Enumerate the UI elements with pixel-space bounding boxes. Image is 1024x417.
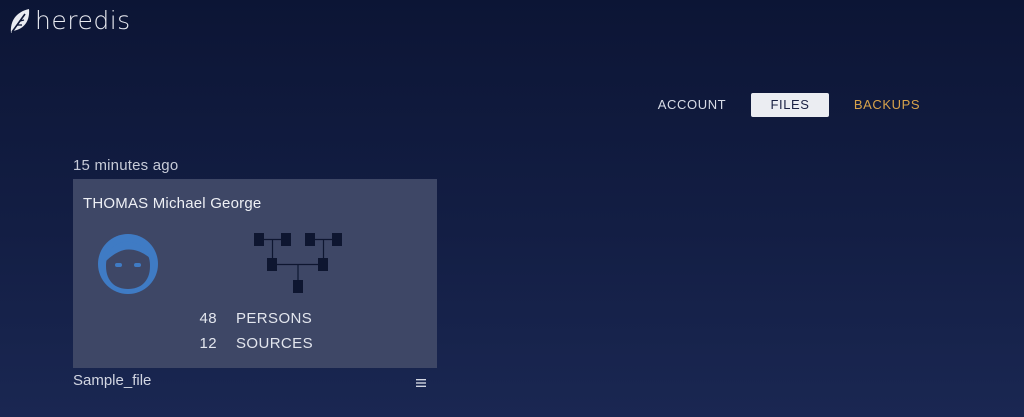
file-card[interactable]: THOMAS Michael George 48 PERSONS 12 SOUR… — [73, 179, 437, 368]
tab-files[interactable]: FILES — [751, 93, 829, 117]
app-logo[interactable]: heredis — [8, 4, 131, 38]
leaf-icon — [10, 9, 30, 33]
persons-label: PERSONS — [236, 310, 313, 327]
file-name: Sample_file — [73, 372, 152, 389]
stat-sources: 12 SOURCES — [73, 335, 437, 355]
hamburger-menu-icon[interactable] — [415, 377, 427, 389]
persons-count: 48 — [199, 310, 217, 327]
sources-label: SOURCES — [236, 335, 313, 352]
family-tree-icon — [254, 233, 342, 293]
tab-backups[interactable]: BACKUPS — [840, 93, 934, 117]
app-name: heredis — [35, 6, 131, 35]
stat-persons: 48 PERSONS — [73, 310, 437, 330]
root-person-name: THOMAS Michael George — [83, 195, 262, 212]
file-modified-time: 15 minutes ago — [73, 157, 179, 174]
sources-count: 12 — [199, 335, 217, 352]
person-avatar-icon — [98, 234, 158, 294]
tab-account[interactable]: ACCOUNT — [644, 93, 740, 117]
